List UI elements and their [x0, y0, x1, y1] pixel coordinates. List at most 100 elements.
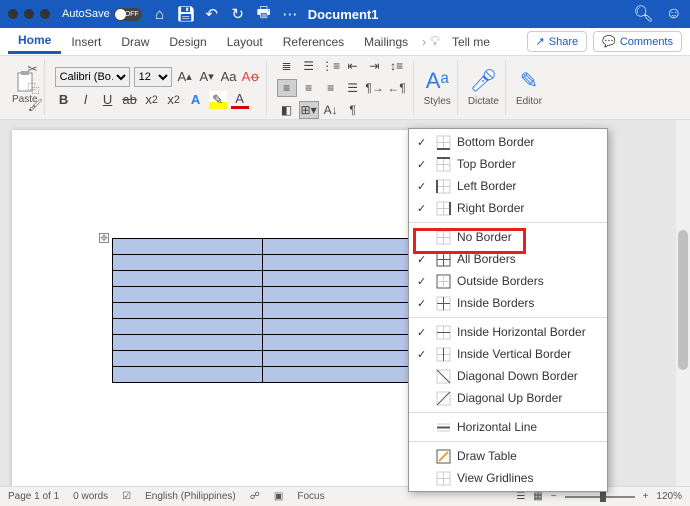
share-button[interactable]: ↗Share	[527, 31, 588, 52]
sort-icon[interactable]: A↓	[321, 101, 341, 119]
print-icon[interactable]: 🖶	[256, 6, 272, 22]
table-row[interactable]	[113, 335, 413, 351]
comments-button[interactable]: 💬Comments	[593, 31, 682, 52]
multilevel-icon[interactable]: ⋮≡	[321, 57, 341, 75]
word-count[interactable]: 0 words	[73, 491, 108, 502]
document-table[interactable]	[112, 238, 413, 383]
font-size-select[interactable]: 12	[134, 67, 172, 87]
bullets-icon[interactable]: ≣	[277, 57, 297, 75]
accessibility-icon[interactable]: ☍	[250, 491, 260, 502]
table-row[interactable]	[113, 255, 413, 271]
indent-dec-icon[interactable]: ⇤	[343, 57, 363, 75]
spell-check-icon[interactable]: ☑	[122, 491, 131, 502]
menu-item-border-all[interactable]: ✓All Borders	[409, 248, 607, 270]
align-right-icon[interactable]: ≡	[321, 79, 341, 97]
web-layout-icon[interactable]: ▦	[533, 491, 542, 502]
save-icon[interactable]: 💾︎	[178, 6, 194, 22]
menu-item-border-inside[interactable]: ✓Inside Borders	[409, 292, 607, 314]
superscript-button[interactable]: x2	[165, 91, 183, 109]
copy-icon[interactable]: ⿻	[28, 80, 42, 94]
table-row[interactable]	[113, 303, 413, 319]
menu-item-gridlines[interactable]: View Gridlines	[409, 467, 607, 489]
table-row[interactable]	[113, 351, 413, 367]
vertical-scrollbar[interactable]	[676, 120, 690, 486]
zoom-slider[interactable]	[565, 496, 635, 498]
tab-mailings[interactable]: Mailings	[354, 31, 418, 53]
menu-item-hline[interactable]: Horizontal Line	[409, 416, 607, 438]
subscript-button[interactable]: x2	[143, 91, 161, 109]
table-row[interactable]	[113, 271, 413, 287]
minimize-dot-icon[interactable]	[24, 9, 34, 19]
borders-button[interactable]: ⊞▾	[299, 101, 319, 119]
clear-format-icon[interactable]: Aꝋ	[242, 68, 260, 86]
table-row[interactable]	[113, 287, 413, 303]
table-row[interactable]	[113, 367, 413, 383]
highlight-icon[interactable]: ✎	[209, 91, 227, 109]
ltr-icon[interactable]: ¶→	[365, 79, 385, 97]
tell-me[interactable]: Tell me	[442, 31, 500, 53]
menu-item-border-ddown[interactable]: Diagonal Down Border	[409, 365, 607, 387]
more-icon[interactable]: ⋯	[282, 6, 298, 22]
close-dot-icon[interactable]	[8, 9, 18, 19]
increase-font-icon[interactable]: A▴	[176, 68, 194, 86]
menu-item-border-h[interactable]: ✓Inside Horizontal Border	[409, 321, 607, 343]
language-indicator[interactable]: English (Philippines)	[145, 491, 236, 502]
redo-icon[interactable]: ↻	[230, 6, 246, 22]
tab-design[interactable]: Design	[159, 31, 216, 53]
align-center-icon[interactable]: ≡	[299, 79, 319, 97]
autosave-toggle[interactable]: OFF	[114, 8, 142, 21]
window-controls[interactable]	[8, 9, 50, 19]
table-move-handle-icon[interactable]: ✥	[99, 233, 109, 243]
menu-item-border-dup[interactable]: Diagonal Up Border	[409, 387, 607, 409]
dictate-group[interactable]: 🎤︎ Dictate	[462, 60, 506, 115]
zoom-handle-icon[interactable]	[600, 492, 606, 502]
menu-item-border-outside[interactable]: ✓Outside Borders	[409, 270, 607, 292]
font-name-select[interactable]: Calibri (Bo…	[55, 67, 130, 87]
pilcrow-icon[interactable]: ¶	[343, 101, 363, 119]
menu-item-border-left[interactable]: ✓Left Border	[409, 175, 607, 197]
zoom-dot-icon[interactable]	[40, 9, 50, 19]
focus-icon[interactable]: ▣	[274, 491, 283, 502]
menu-item-draw-table[interactable]: Draw Table	[409, 445, 607, 467]
menu-item-border-v[interactable]: ✓Inside Vertical Border	[409, 343, 607, 365]
account-icon[interactable]: ☺	[666, 5, 682, 23]
home-icon[interactable]: ⌂	[152, 6, 168, 22]
format-painter-icon[interactable]: 🖌	[28, 98, 42, 112]
underline-button[interactable]: U	[99, 91, 117, 109]
undo-icon[interactable]: ↶	[204, 6, 220, 22]
print-layout-icon[interactable]: ☰	[516, 491, 525, 502]
line-spacing-icon[interactable]: ↕≡	[387, 57, 407, 75]
menu-item-border-none[interactable]: No Border	[409, 226, 607, 248]
text-effects-icon[interactable]: A	[187, 91, 205, 109]
indent-inc-icon[interactable]: ⇥	[365, 57, 385, 75]
tab-home[interactable]: Home	[8, 29, 61, 54]
justify-icon[interactable]: ☰	[343, 79, 363, 97]
editor-group[interactable]: ✎ Editor	[510, 60, 548, 115]
tab-insert[interactable]: Insert	[61, 31, 111, 53]
zoom-level[interactable]: 120%	[656, 491, 682, 502]
search-icon[interactable]: 🔍︎	[633, 4, 653, 24]
menu-item-border-top[interactable]: ✓Top Border	[409, 153, 607, 175]
rtl-icon[interactable]: ←¶	[387, 79, 407, 97]
bold-button[interactable]: B	[55, 91, 73, 109]
more-tabs-icon[interactable]: ›	[422, 35, 426, 49]
italic-button[interactable]: I	[77, 91, 95, 109]
table-row[interactable]	[113, 319, 413, 335]
styles-group[interactable]: Aᵃ Styles	[418, 60, 458, 115]
tab-layout[interactable]: Layout	[217, 31, 273, 53]
change-case-icon[interactable]: Aa	[220, 68, 238, 86]
zoom-in-icon[interactable]: +	[643, 491, 649, 502]
scroll-thumb-icon[interactable]	[678, 230, 688, 370]
shading-icon[interactable]: ◧	[277, 101, 297, 119]
focus-label[interactable]: Focus	[297, 491, 324, 502]
tab-draw[interactable]: Draw	[111, 31, 159, 53]
menu-item-border-bottom[interactable]: ✓Bottom Border	[409, 131, 607, 153]
tab-references[interactable]: References	[273, 31, 354, 53]
zoom-out-icon[interactable]: −	[551, 491, 557, 502]
page-indicator[interactable]: Page 1 of 1	[8, 491, 59, 502]
cut-icon[interactable]: ✂	[28, 62, 42, 76]
font-color-icon[interactable]: A	[231, 91, 249, 109]
align-left-icon[interactable]: ≡	[277, 79, 297, 97]
strike-button[interactable]: ab	[121, 91, 139, 109]
menu-item-border-right[interactable]: ✓Right Border	[409, 197, 607, 219]
